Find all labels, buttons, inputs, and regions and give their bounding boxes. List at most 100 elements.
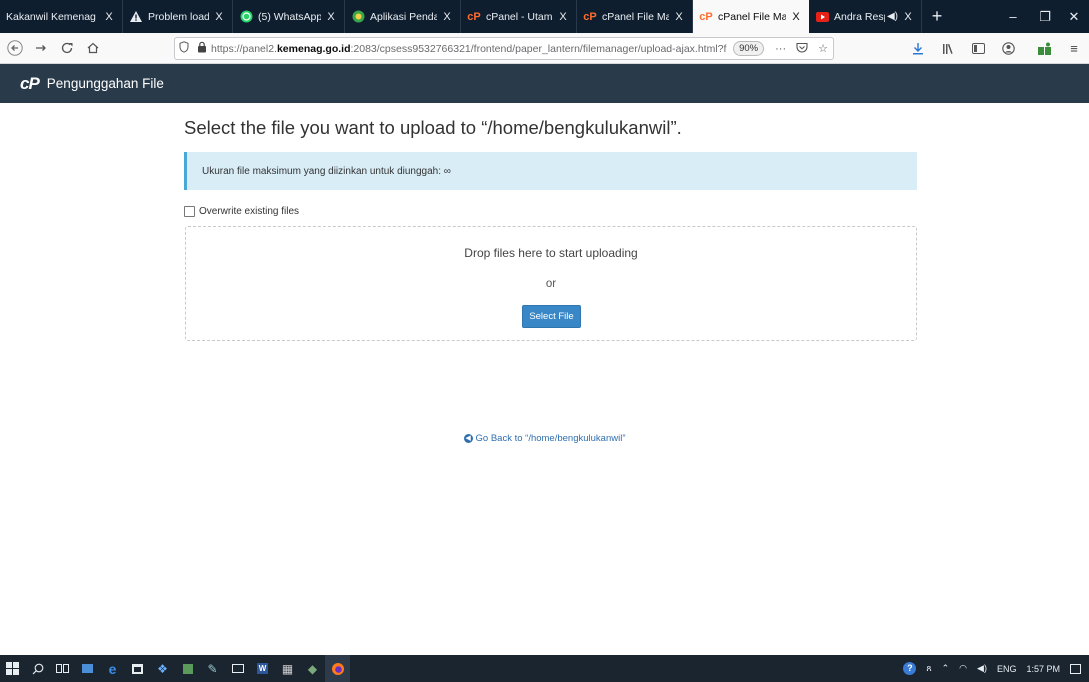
clock[interactable]: 1:57 PM [1026, 664, 1060, 674]
taskbar-app-icon[interactable] [75, 655, 100, 682]
url-bar[interactable]: https://panel2.kemenag.go.id:2083/cpsess… [174, 37, 834, 60]
tab-close-icon[interactable]: X [212, 11, 226, 23]
kemenag-icon [351, 10, 365, 24]
tab-cpanel-file-manager-active[interactable]: cP cPanel File Manage X [693, 0, 809, 33]
minimize-icon[interactable]: – [998, 0, 1028, 33]
people-icon[interactable]: ጸ [926, 663, 931, 674]
page-title: Select the file you want to upload to “/… [184, 117, 682, 138]
select-file-button[interactable]: Select File [522, 305, 581, 328]
tab-cpanel-utama[interactable]: cP cPanel - Utama X [461, 0, 577, 33]
tab-problem-loading[interactable]: Problem loading pa X [123, 0, 233, 33]
task-view-icon[interactable] [50, 655, 75, 682]
url-suffix: :2083/cpsess9532766321/frontend/paper_la… [350, 42, 728, 55]
go-back-link[interactable]: ◀ Go Back to “/home/bengkulukanwil” [0, 433, 1089, 444]
store-icon[interactable] [125, 655, 150, 682]
arrow-left-circle-icon: ◀ [463, 433, 473, 443]
wifi-icon[interactable]: ◠ [959, 663, 967, 674]
new-tab-button[interactable]: + [922, 0, 952, 33]
tab-whatsapp[interactable]: (5) WhatsApp X [233, 0, 345, 33]
tab-close-icon[interactable]: X [789, 11, 803, 23]
tab-close-icon[interactable]: X [672, 11, 686, 23]
menu-icon[interactable]: ≡ [1063, 38, 1085, 60]
chevron-up-icon[interactable]: ⌃ [942, 663, 950, 674]
language-indicator[interactable]: ENG [997, 664, 1017, 674]
tab-aplikasi-pendaftaran[interactable]: Aplikasi Pendaftaran X [345, 0, 461, 33]
cpanel-logo[interactable]: cP [20, 74, 40, 94]
url-text[interactable]: https://panel2.kemenag.go.id:2083/cpsess… [211, 43, 727, 55]
youtube-icon [815, 10, 829, 24]
tab-close-icon[interactable]: X [440, 11, 454, 23]
page-actions-icon[interactable]: ··· [775, 43, 786, 55]
windows-start-icon[interactable] [0, 655, 25, 682]
tab-kakanwil[interactable]: Kakanwil Kemenag Prov X [0, 0, 123, 33]
whatsapp-icon [239, 10, 253, 24]
tab-title: Problem loading pa [148, 10, 209, 23]
tab-close-icon[interactable]: X [324, 11, 338, 23]
tab-title: Andra Respati F [834, 10, 885, 23]
drop-files-text: Drop files here to start uploading [464, 246, 638, 260]
word-icon[interactable]: W [250, 655, 275, 682]
cpanel-icon: cP [467, 10, 481, 23]
account-icon[interactable] [997, 38, 1019, 60]
navigation-bar: https://panel2.kemenag.go.id:2083/cpsess… [0, 33, 1089, 64]
overwrite-option[interactable]: Overwrite existing files [184, 206, 299, 217]
cpanel-header: cP Pengunggahan File [0, 64, 1089, 103]
tab-close-icon[interactable]: X [901, 11, 915, 23]
go-back-text: Go Back to “/home/bengkulukanwil” [475, 433, 626, 444]
zoom-level-badge[interactable]: 90% [733, 41, 765, 56]
mail-icon[interactable] [225, 655, 250, 682]
windows-taskbar: e ❖ ✎ W ▦ ◆ ? ጸ ⌃ ◠ ◀) ENG 1:57 PM [0, 655, 1089, 682]
cpanel-icon: cP [699, 10, 713, 23]
tab-title: cPanel File Manage [602, 10, 669, 23]
taskbar-app-icon[interactable]: ◆ [300, 655, 325, 682]
overwrite-checkbox[interactable] [184, 206, 195, 217]
toolbar-right: ≡ [899, 33, 1089, 64]
system-tray: ? ጸ ⌃ ◠ ◀) ENG 1:57 PM [898, 655, 1089, 682]
download-icon[interactable] [907, 38, 929, 60]
help-icon[interactable]: ? [903, 662, 917, 675]
tab-close-icon[interactable]: X [556, 11, 570, 23]
shield-icon[interactable] [175, 41, 193, 56]
home-icon[interactable] [82, 37, 104, 59]
extension-icon[interactable] [1033, 38, 1055, 60]
page-header-title: Pengunggahan File [46, 76, 164, 91]
volume-icon[interactable]: ◀) [977, 663, 987, 674]
cpanel-icon: cP [583, 10, 597, 23]
pocket-icon[interactable] [796, 42, 808, 56]
tab-youtube[interactable]: Andra Respati F ◀) X [809, 0, 922, 33]
bookmark-star-icon[interactable]: ☆ [818, 42, 828, 55]
notifications-icon[interactable] [1070, 663, 1081, 674]
back-icon[interactable] [4, 37, 26, 59]
search-icon[interactable] [25, 655, 50, 682]
tab-title: Kakanwil Kemenag Prov [6, 10, 99, 23]
or-separator: or [545, 278, 557, 290]
tab-title: Aplikasi Pendaftaran [370, 10, 437, 23]
library-icon[interactable] [937, 38, 959, 60]
url-domain: kemenag.go.id [276, 42, 351, 55]
close-window-icon[interactable]: ✕ [1059, 0, 1089, 33]
tab-title: (5) WhatsApp [258, 10, 321, 23]
tab-close-icon[interactable]: X [102, 11, 116, 23]
browser-tab-bar: Kakanwil Kemenag Prov X Problem loading … [0, 0, 1089, 33]
lock-icon[interactable] [193, 41, 211, 56]
upload-drop-zone[interactable]: Drop files here to start uploading or Se… [185, 226, 917, 341]
alert-text: Ukuran file maksimum yang diizinkan untu… [202, 165, 451, 177]
dropbox-icon[interactable]: ❖ [150, 655, 175, 682]
firefox-icon[interactable] [325, 655, 350, 682]
taskbar-app-icon[interactable]: ✎ [200, 655, 225, 682]
max-size-alert: Ukuran file maksimum yang diizinkan untu… [184, 152, 917, 190]
reload-icon[interactable] [56, 37, 78, 59]
sidebar-icon[interactable] [967, 38, 989, 60]
url-prefix: https://panel2. [211, 42, 277, 55]
speaker-icon[interactable]: ◀) [887, 11, 898, 22]
forward-icon[interactable] [30, 37, 52, 59]
restore-icon[interactable]: ❐ [1030, 0, 1060, 33]
taskbar-app-icon[interactable]: ▦ [275, 655, 300, 682]
taskbar-app-icon[interactable] [175, 655, 200, 682]
edge-icon[interactable]: e [100, 655, 125, 682]
overwrite-label: Overwrite existing files [199, 206, 300, 217]
tab-cpanel-file-manager-1[interactable]: cP cPanel File Manage X [577, 0, 693, 33]
tab-title: cPanel File Manage [718, 10, 786, 23]
warning-icon [129, 10, 143, 24]
tab-title: cPanel - Utama [486, 10, 553, 23]
